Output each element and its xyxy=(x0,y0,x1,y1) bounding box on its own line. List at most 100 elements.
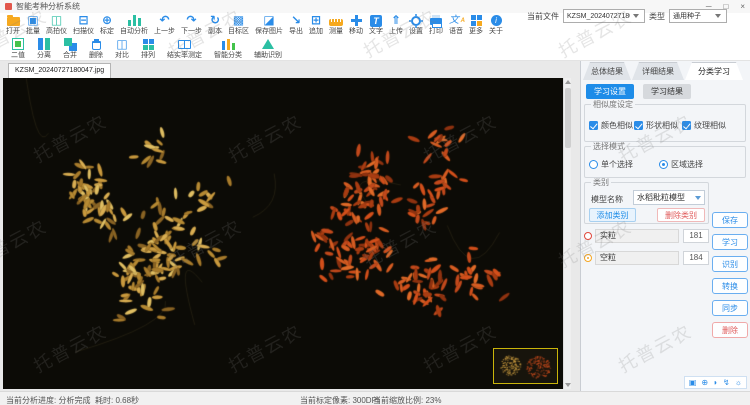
toolbar-batch[interactable]: ▣批量 xyxy=(23,13,43,37)
toolbar-export[interactable]: ↘导出 xyxy=(286,13,306,37)
vertical-scrollbar[interactable] xyxy=(563,78,571,389)
thumbnail-icon[interactable]: ▣ xyxy=(689,378,697,387)
checkbox-纹理相似[interactable]: 纹理相似 xyxy=(682,120,726,131)
toolbar-assist-recognize[interactable]: 辅助识别 xyxy=(248,37,288,61)
toolbar-settings[interactable]: 设置 xyxy=(406,13,426,37)
add-category-button[interactable]: 添加类别 xyxy=(589,208,636,222)
toolbar-open[interactable]: 打开 xyxy=(3,13,23,37)
toolbar-measure-label: 测量 xyxy=(329,28,343,36)
close-button[interactable]: × xyxy=(740,3,745,11)
toolbar-scanner[interactable]: ⊟扫描仪 xyxy=(70,13,97,37)
radio-icon xyxy=(659,160,668,169)
toolbar-move[interactable]: 移动 xyxy=(346,13,366,37)
upload-icon: ⇑ xyxy=(390,14,402,27)
merge-icon xyxy=(64,38,77,51)
toolbar-voice-label: 语音 xyxy=(449,28,463,36)
checkbox-形状相似[interactable]: 形状相似 xyxy=(634,120,678,131)
scroll-down-icon[interactable] xyxy=(565,383,571,387)
toolbar-about[interactable]: 关于 xyxy=(486,13,506,37)
moon-icon[interactable]: ◗ xyxy=(713,378,718,387)
tab-detail-result[interactable]: 详细结果 xyxy=(632,62,684,80)
settings-sun-icon[interactable]: ☼ xyxy=(735,378,742,387)
text-icon xyxy=(370,14,382,27)
toolbar-smart-classify[interactable]: 智能分类 xyxy=(208,37,248,61)
delete-icon xyxy=(90,38,102,51)
delete-button[interactable]: 删除 xyxy=(712,322,748,338)
image-viewport[interactable] xyxy=(3,78,571,389)
print-icon xyxy=(430,14,442,27)
toolbar-binary-label: 二值 xyxy=(11,52,25,60)
current-file-select[interactable]: KZSM_20240727180047 xyxy=(563,9,645,23)
toolbar-scanner-label: 扫描仪 xyxy=(73,28,94,36)
toolbar-auto-analyze[interactable]: 自动分析 xyxy=(117,13,151,37)
save-button[interactable]: 保存 xyxy=(712,212,748,228)
toolbar-delete[interactable]: 删除 xyxy=(83,37,109,61)
select-mode-group: 选择模式 单个选择区域选择 xyxy=(584,146,746,178)
toolbar-separate[interactable]: 分离 xyxy=(31,37,57,61)
toolbar-text[interactable]: 文字 xyxy=(366,13,386,37)
toolbar-settings-label: 设置 xyxy=(409,28,423,36)
toolbar-auto-analyze-label: 自动分析 xyxy=(120,28,148,36)
tab-classify-learning[interactable]: 分类学习 xyxy=(685,62,743,80)
scroll-up-icon[interactable] xyxy=(565,80,571,84)
toolbar-binary[interactable]: 二值 xyxy=(5,37,31,61)
app-logo-icon xyxy=(5,3,12,10)
learn-button[interactable]: 学习 xyxy=(712,234,748,250)
learning-settings-button[interactable]: 学习设置 xyxy=(586,84,634,99)
seed-image-canvas[interactable] xyxy=(3,78,563,389)
toolbar-undo[interactable]: ↶上一步 xyxy=(151,13,178,37)
scrollbar-thumb[interactable] xyxy=(565,88,571,148)
class-name-input[interactable]: 空粒 xyxy=(595,251,679,265)
toolbar-calibrate[interactable]: ⊕标定 xyxy=(97,13,117,37)
export-icon: ↘ xyxy=(290,14,302,27)
toolbar-voice[interactable]: 语音 xyxy=(446,13,466,37)
voice-icon xyxy=(449,14,463,27)
toolbar-copy[interactable]: ↻副本 xyxy=(205,13,225,37)
model-select[interactable]: 水稻秕粒模型 xyxy=(633,190,705,205)
class-count-box[interactable]: 181 xyxy=(683,229,709,243)
tab-overall-result[interactable]: 总体结果 xyxy=(583,62,631,80)
checkbox-icon xyxy=(589,121,598,130)
recognize-button[interactable]: 识别 xyxy=(712,256,748,272)
toolbar-seed-setting-rate[interactable]: 结实率测定 xyxy=(161,37,208,61)
toolbar-redo-label: 下一步 xyxy=(181,28,202,36)
toolbar-save-image[interactable]: ◪保存图片 xyxy=(252,13,286,37)
class-name-input[interactable]: 实粒 xyxy=(595,229,679,243)
model-name-label: 模型名称 xyxy=(591,194,623,205)
class-radio[interactable] xyxy=(584,232,592,240)
convert-button[interactable]: 转换 xyxy=(712,278,748,294)
status-calibration-dpi: 当前标定像素: 300DPI xyxy=(300,395,379,405)
toolbar-doc-camera[interactable]: ◫高拍仪 xyxy=(43,13,70,37)
category-group: 类别 模型名称 水稻秕粒模型 添加类别 删除类别 xyxy=(584,182,709,224)
crosshair-icon[interactable]: ⊕ xyxy=(701,378,708,387)
class-count-box[interactable]: 184 xyxy=(683,251,709,265)
toolbar-more[interactable]: 更多 xyxy=(466,13,486,37)
toolbar-merge[interactable]: 合并 xyxy=(57,37,83,61)
sync-button[interactable]: 同步 xyxy=(712,300,748,316)
toolbar-target-area[interactable]: ▩目标区 xyxy=(225,13,252,37)
save-image-icon: ◪ xyxy=(263,14,275,27)
checkbox-icon xyxy=(634,121,643,130)
delete-category-button[interactable]: 删除类别 xyxy=(657,208,705,222)
toolbar-append[interactable]: ⊞追加 xyxy=(306,13,326,37)
toolbar-print-label: 打印 xyxy=(429,28,443,36)
toolbar-arrange[interactable]: 排列 xyxy=(135,37,161,61)
type-select[interactable]: 通用种子 xyxy=(669,9,727,23)
checkbox-颜色相似[interactable]: 颜色相似 xyxy=(589,120,633,131)
flash-icon[interactable]: ↯ xyxy=(723,378,730,387)
toolbar-upload[interactable]: ⇑上传 xyxy=(386,13,406,37)
toolbar-compare[interactable]: ◫对比 xyxy=(109,37,135,61)
minimap[interactable] xyxy=(493,348,558,384)
toolbar-separate-label: 分离 xyxy=(37,52,51,60)
toolbar-measure[interactable]: 测量 xyxy=(326,13,346,37)
radio-区域选择[interactable]: 区域选择 xyxy=(659,159,703,170)
image-tab[interactable]: KZSM_20240727180047.jpg xyxy=(8,63,111,78)
learning-result-button[interactable]: 学习结果 xyxy=(643,84,691,99)
class-radio[interactable] xyxy=(584,254,592,262)
toolbar-smart-classify-label: 智能分类 xyxy=(214,52,242,60)
open-icon xyxy=(7,14,20,27)
toolbar-print[interactable]: 打印 xyxy=(426,13,446,37)
toolbar-redo[interactable]: ↷下一步 xyxy=(178,13,205,37)
radio-单个选择[interactable]: 单个选择 xyxy=(589,159,633,170)
undo-icon: ↶ xyxy=(159,14,171,27)
